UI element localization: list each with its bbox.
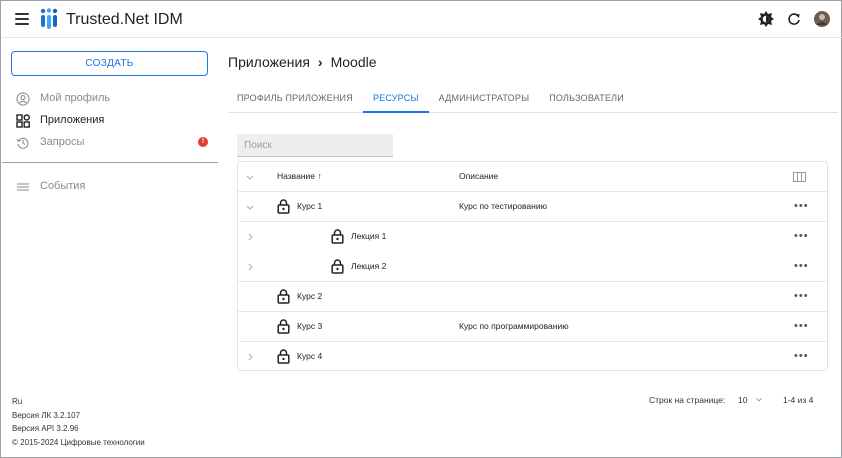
lock-icon — [277, 199, 290, 214]
more-actions-icon[interactable]: ••• — [794, 231, 809, 242]
main-content: Приложения › Moodle ПРОФИЛЬ ПРИЛОЖЕНИЯ Р… — [219, 39, 841, 457]
avatar[interactable] — [814, 11, 830, 27]
chevron-down-icon — [756, 398, 762, 402]
sidebar-footer: Ru Версия ЛК 3.2.107 Версия API 3.2.96 ©… — [12, 395, 145, 449]
sidebar-item-profile[interactable]: Мой профиль — [2, 89, 218, 109]
lock-icon — [277, 349, 290, 364]
more-actions-icon[interactable]: ••• — [794, 351, 809, 362]
tab-resources[interactable]: РЕСУРСЫ — [362, 87, 429, 113]
search-input[interactable] — [237, 134, 393, 157]
theme-toggle-icon[interactable] — [758, 11, 774, 27]
sidebar: СОЗДАТЬ Мой профиль Приложения Запросы !… — [2, 39, 218, 457]
chevron-right-icon[interactable] — [245, 232, 255, 242]
tab-administrators[interactable]: АДМИНИСТРАТОРЫ — [429, 87, 540, 113]
more-actions-icon[interactable]: ••• — [794, 261, 809, 272]
resource-name: Лекция 2 — [351, 261, 387, 271]
lock-icon — [331, 259, 344, 274]
sidebar-item-label: Запросы — [40, 136, 85, 148]
menu-icon[interactable] — [15, 13, 29, 25]
language-switch[interactable]: Ru — [12, 395, 145, 409]
columns-icon[interactable] — [793, 172, 806, 182]
refresh-icon[interactable] — [786, 11, 802, 27]
chevron-right-icon[interactable] — [245, 262, 255, 272]
tab-app-profile[interactable]: ПРОФИЛЬ ПРИЛОЖЕНИЯ — [228, 87, 363, 113]
create-button[interactable]: СОЗДАТЬ — [11, 51, 208, 76]
column-header-description: Описание — [459, 171, 499, 181]
history-icon — [16, 137, 29, 149]
more-actions-icon[interactable]: ••• — [794, 201, 809, 212]
chevron-right-icon[interactable] — [245, 352, 255, 362]
table-row[interactable]: Лекция 1 ••• — [238, 222, 827, 252]
table-header: Название ↑ Описание — [238, 162, 827, 192]
apps-icon — [16, 114, 30, 128]
more-actions-icon[interactable]: ••• — [794, 291, 809, 302]
sidebar-item-label: Приложения — [40, 114, 105, 126]
top-bar: Trusted.Net IDM — [2, 2, 842, 38]
table-row[interactable]: Курс 2 ••• — [238, 282, 827, 312]
sidebar-item-label: События — [40, 180, 86, 192]
resource-description: Курс по тестированию — [459, 201, 547, 211]
chevron-down-icon[interactable] — [245, 202, 255, 212]
more-actions-icon[interactable]: ••• — [794, 321, 809, 332]
breadcrumb-separator: › — [317, 54, 323, 70]
tab-bar: ПРОФИЛЬ ПРИЛОЖЕНИЯ РЕСУРСЫ АДМИНИСТРАТОР… — [228, 87, 838, 113]
table-row[interactable]: Курс 1 Курс по тестированию ••• — [238, 192, 827, 222]
sidebar-item-label: Мой профиль — [40, 92, 111, 104]
table-row[interactable]: Лекция 2 ••• — [238, 252, 827, 282]
app-window: Trusted.Net IDM СОЗДАТЬ Мой профиль Прил… — [0, 0, 842, 458]
resource-name: Курс 3 — [297, 321, 323, 331]
resource-name: Курс 2 — [297, 291, 323, 301]
pagination-range: 1-4 из 4 — [783, 395, 814, 405]
notification-badge: ! — [198, 137, 208, 147]
resource-description: Курс по программированию — [459, 321, 569, 331]
breadcrumb: Приложения › Moodle — [228, 54, 377, 70]
breadcrumb-current: Moodle — [330, 54, 377, 70]
resource-name: Курс 1 — [297, 201, 323, 211]
table-row[interactable]: Курс 4 ••• — [238, 342, 827, 372]
logo-icon — [40, 8, 58, 29]
user-circle-icon — [16, 92, 30, 106]
rows-per-page-value: 10 — [738, 395, 748, 405]
column-header-name[interactable]: Название ↑ — [277, 171, 322, 181]
version-api: Версия API 3.2.96 — [12, 424, 79, 433]
lock-icon — [277, 319, 290, 334]
rows-per-page-select[interactable]: 10 — [738, 395, 763, 405]
app-title: Trusted.Net IDM — [66, 11, 183, 28]
resources-table: Название ↑ Описание Курс 1 Курс по тести… — [237, 161, 828, 371]
sidebar-item-events[interactable]: События — [2, 177, 218, 197]
breadcrumb-parent[interactable]: Приложения — [228, 54, 310, 70]
table-row[interactable]: Курс 3 Курс по программированию ••• — [238, 312, 827, 342]
sidebar-item-requests[interactable]: Запросы ! — [2, 133, 218, 153]
chevron-down-icon[interactable] — [245, 172, 255, 182]
tab-users[interactable]: ПОЛЬЗОВАТЕЛИ — [539, 87, 634, 113]
rows-per-page-label: Строк на странице: — [649, 395, 726, 405]
sidebar-divider — [2, 162, 218, 163]
header-actions — [758, 11, 830, 27]
sidebar-item-apps[interactable]: Приложения — [2, 111, 218, 131]
lock-icon — [277, 289, 290, 304]
version-lk: Версия ЛК 3.2.107 — [12, 410, 81, 420]
list-icon — [17, 183, 29, 191]
lock-icon — [331, 229, 344, 244]
copyright: © 2015-2024 Цифровые технологии — [12, 437, 145, 447]
resource-name: Лекция 1 — [351, 231, 387, 241]
resource-name: Курс 4 — [297, 351, 323, 361]
